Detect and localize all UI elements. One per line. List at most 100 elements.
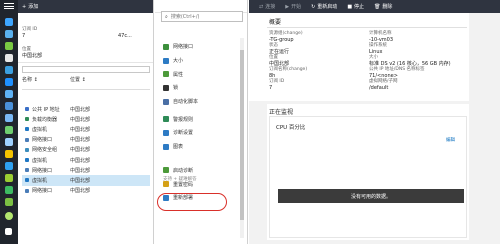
nic-icon xyxy=(163,43,169,50)
essentials-panel: 概要 资源组(change) -TG-group 计算机名称 -10-vm03 … xyxy=(249,13,469,101)
key-vault-icon[interactable] xyxy=(5,150,13,158)
resource-group-blade: + 添加 订阅 ID 7 47c... 位置 中国北部 名称 ↕ 位置 ↕ 公共… xyxy=(18,0,164,244)
security-icon[interactable] xyxy=(5,186,13,194)
add-button[interactable]: + 添加 xyxy=(22,3,38,11)
nic-icon xyxy=(25,137,29,142)
os-field: 操作系统 Linux xyxy=(369,43,387,55)
dashboard-icon[interactable] xyxy=(5,30,13,38)
location-field: 位置 中国北部 xyxy=(269,55,290,67)
menu-item-properties[interactable]: 属性 xyxy=(163,67,243,81)
plus-icon: + xyxy=(22,3,27,10)
cpu-chart-tile[interactable]: CPU 百分比 编辑 没有可用的数据。 xyxy=(269,116,467,238)
properties-icon xyxy=(163,71,169,78)
menu-item-network-interfaces[interactable]: 网络接口 xyxy=(163,40,243,54)
start-button[interactable]: ▶ 开始 xyxy=(285,3,301,11)
section-support: 支持 + 疑难解答 xyxy=(163,177,197,182)
overview-scroll-area xyxy=(470,13,500,244)
table-row[interactable]: 网络接口 中国北部 xyxy=(22,186,150,196)
storage-icon[interactable] xyxy=(5,126,13,134)
nic-icon xyxy=(25,188,29,193)
alert-icon xyxy=(163,116,169,123)
no-data-message: 没有可用的数据。 xyxy=(278,189,464,203)
app-service-icon[interactable] xyxy=(5,78,13,86)
boot-diagnostics-icon xyxy=(163,167,169,174)
network-icon[interactable] xyxy=(5,138,13,146)
resource-groups-icon[interactable] xyxy=(5,42,13,50)
size-field: 大小 标准 DS v2 (16 核心，56 GB 内存) xyxy=(369,55,451,67)
ip-icon xyxy=(25,107,29,111)
global-nav xyxy=(0,0,18,244)
column-name[interactable]: 名称 ↕ xyxy=(22,78,62,83)
lock-icon xyxy=(163,84,169,91)
table-row[interactable]: 网络安全组 中国北部 xyxy=(22,145,150,155)
nsg-icon xyxy=(25,147,29,152)
nic-icon xyxy=(25,168,29,173)
table-row[interactable]: 虚拟机 中国北部 xyxy=(22,124,150,134)
resource-group-essentials: 订阅 ID 7 47c... 位置 中国北部 xyxy=(18,13,153,63)
search-input[interactable]: ⌕ 搜索(Ctrl+/) xyxy=(161,11,243,22)
sql-icon[interactable] xyxy=(5,102,13,110)
restart-icon: ↻ xyxy=(311,3,316,10)
more-services-icon[interactable] xyxy=(5,228,12,235)
vm-toolbar: ⇄ 连接 ▶ 开始 ↻ 重新启动 ■ 停止 🗑 删除 xyxy=(249,0,500,13)
menu-icon[interactable] xyxy=(4,3,14,9)
cost-icon[interactable] xyxy=(5,198,13,206)
table-row-selected[interactable]: 虚拟机 中国北部 xyxy=(22,175,150,186)
vm-icon xyxy=(25,127,29,132)
menu-item-diagnostics[interactable]: 诊断设置 xyxy=(163,126,243,140)
computer-name-field: 计算机名称 -10-vm03 xyxy=(369,31,394,43)
monitoring-title: 正在监视 xyxy=(269,109,294,116)
column-location[interactable]: 位置 ↕ xyxy=(70,78,110,83)
table-row[interactable]: 虚拟机 中国北部 xyxy=(22,155,150,165)
vm-icon xyxy=(25,178,29,183)
menu-item-automation-script[interactable]: 自动化脚本 xyxy=(163,95,243,109)
search-icon: ⌕ xyxy=(165,13,168,20)
restart-button[interactable]: ↻ 重新启动 xyxy=(311,3,337,11)
public-ip-field: 公共 IP 地址/DNS 名称标签 71/<none> xyxy=(369,67,425,79)
rg-field: 资源组(change) -TG-group xyxy=(269,31,303,43)
connect-icon: ⇄ xyxy=(259,3,264,10)
blade2-scrollbar[interactable] xyxy=(240,38,244,238)
table-row[interactable]: 网络接口 中国北部 xyxy=(22,135,150,145)
blade1-toolbar: + 添加 xyxy=(18,0,153,13)
cloud-icon[interactable] xyxy=(5,114,13,122)
location-field: 位置 中国北部 xyxy=(22,47,43,59)
new-icon[interactable] xyxy=(5,18,13,26)
advisor-icon[interactable] xyxy=(5,174,13,182)
table-row[interactable]: 负载均衡器 中国北部 xyxy=(22,114,150,124)
all-resources-icon[interactable] xyxy=(5,54,13,62)
help-icon[interactable] xyxy=(5,212,13,220)
play-icon: ▶ xyxy=(285,3,290,10)
clock-icon[interactable] xyxy=(5,66,13,74)
highlight-circle xyxy=(157,193,227,211)
menu-item-charts[interactable]: 图表 xyxy=(163,140,243,154)
table-row[interactable]: 公共 IP 地址 中国北部 xyxy=(22,104,150,114)
edit-link[interactable]: 编辑 xyxy=(446,137,455,143)
monitor-icon[interactable] xyxy=(5,162,13,170)
menu-item-size[interactable]: 大小 xyxy=(163,54,243,68)
delete-button[interactable]: 🗑 删除 xyxy=(374,3,392,11)
vm-icon xyxy=(25,157,29,162)
vm-overview-blade: ⇄ 连接 ▶ 开始 ↻ 重新启动 ■ 停止 🗑 删除 概要 资源组(change) -TG… xyxy=(249,0,500,244)
sub-id-tail: 47c... xyxy=(118,33,132,39)
connect-button[interactable]: ⇄ 连接 xyxy=(259,3,275,11)
table-header: 名称 ↕ 位置 ↕ xyxy=(22,76,150,90)
filter-input[interactable] xyxy=(22,66,150,73)
scrollbar-thumb[interactable] xyxy=(240,50,244,220)
table-row[interactable]: 网络接口 中国北部 xyxy=(22,165,150,175)
monitoring-panel: 正在监视 CPU 百分比 编辑 没有可用的数据。 xyxy=(267,104,469,240)
status-field: 状态 正在运行 xyxy=(269,43,290,55)
lb-icon xyxy=(25,117,29,122)
sub-id-field: 订阅 ID 7 xyxy=(22,27,38,39)
menu-item-locks[interactable]: 锁 xyxy=(163,81,243,95)
stop-icon: ■ xyxy=(347,3,353,10)
menu-item-alert-rules[interactable]: 警报规则 xyxy=(163,112,243,126)
essentials-title: 概要 xyxy=(269,19,282,26)
vnet-field: 虚拟网络/子网 /default xyxy=(369,79,398,91)
subscription-field: 订阅名称(change) 8h xyxy=(269,67,308,79)
stop-button[interactable]: ■ 停止 xyxy=(347,3,364,11)
vm-icon[interactable] xyxy=(5,90,13,98)
trash-icon: 🗑 xyxy=(374,3,381,10)
size-icon xyxy=(163,57,169,64)
cpu-chart-title: CPU 百分比 xyxy=(276,125,306,131)
